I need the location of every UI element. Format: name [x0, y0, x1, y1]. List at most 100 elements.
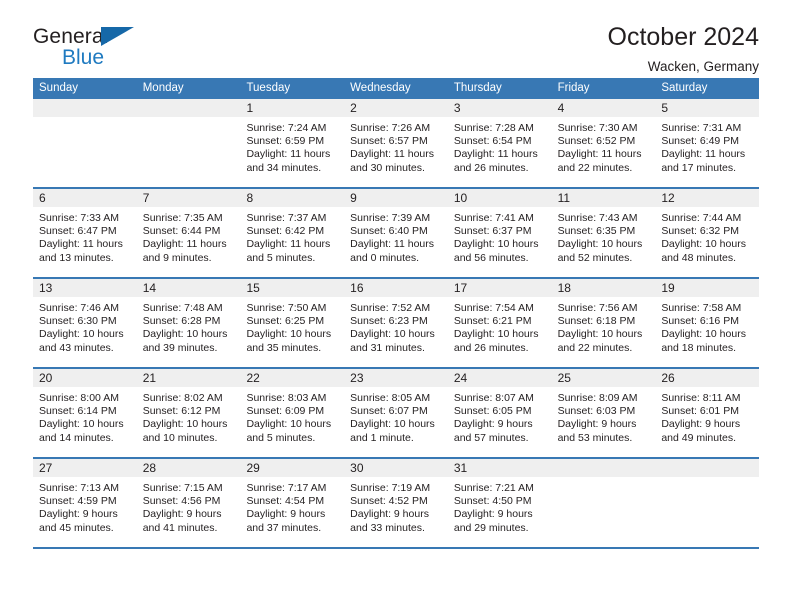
- calendar-week-row: 27 Sunrise: 7:13 AM Sunset: 4:59 PM Dayligh…: [33, 459, 760, 549]
- day-detail-line: Daylight: 9 hours: [142, 508, 222, 521]
- day-cell[interactable]: 9 Sunrise: 7:39 AM Sunset: 6:40 PM Daylight…: [344, 189, 448, 277]
- day-detail-line: Sunset: 6:21 PM: [453, 315, 532, 328]
- day-details: Sunrise: 7:56 AM Sunset: 6:18 PM Daylight:…: [552, 297, 656, 355]
- day-cell[interactable]: 24 Sunrise: 8:07 AM Sunset: 6:05 PM Dayligh…: [447, 369, 552, 457]
- day-details: Sunrise: 8:11 AM Sunset: 6:01 PM Daylight:…: [655, 387, 759, 445]
- day-detail-line: Sunset: 6:42 PM: [246, 225, 325, 238]
- day-cell[interactable]: 27 Sunrise: 7:13 AM Sunset: 4:59 PM Dayligh…: [33, 459, 137, 547]
- day-detail-line: Sunrise: 7:21 AM: [453, 482, 534, 494]
- day-details: Sunrise: 7:37 AM Sunset: 6:42 PM Daylight:…: [240, 207, 344, 265]
- calendar-week-row: 20 Sunrise: 8:00 AM Sunset: 6:14 PM Dayligh…: [33, 369, 760, 459]
- day-cell[interactable]: 14 Sunrise: 7:48 AM Sunset: 6:28 PM Dayligh…: [136, 279, 241, 367]
- day-detail-line: Sunrise: 7:54 AM: [453, 302, 534, 314]
- day-number: 19: [661, 281, 675, 295]
- day-detail-line: Sunrise: 7:13 AM: [39, 482, 119, 494]
- day-number: 3: [453, 101, 461, 115]
- day-detail-line: Daylight: 11 hours: [350, 148, 435, 161]
- day-cell[interactable]: 21 Sunrise: 8:02 AM Sunset: 6:12 PM Dayligh…: [136, 369, 241, 457]
- day-cell[interactable]: 5 Sunrise: 7:31 AM Sunset: 6:49 PM Daylight…: [655, 99, 760, 187]
- logo-text-blue: Blue: [62, 46, 105, 69]
- weekday-header-friday: Friday: [557, 82, 590, 94]
- day-detail-line: Daylight: 10 hours: [453, 328, 539, 341]
- day-detail-line: Sunrise: 7:46 AM: [39, 302, 119, 314]
- day-cell[interactable]: 30 Sunrise: 7:19 AM Sunset: 4:52 PM Dayligh…: [344, 459, 448, 547]
- day-details: Sunrise: 7:21 AM Sunset: 4:50 PM Daylight:…: [448, 477, 552, 535]
- day-detail-line: Sunrise: 8:07 AM: [453, 392, 534, 404]
- day-cell[interactable]: 6 Sunrise: 7:33 AM Sunset: 6:47 PM Daylight…: [33, 189, 137, 277]
- day-detail-line: Sunset: 6:52 PM: [557, 135, 636, 148]
- day-cell[interactable]: 10 Sunrise: 7:41 AM Sunset: 6:37 PM Dayligh…: [447, 189, 552, 277]
- day-details: Sunrise: 8:00 AM Sunset: 6:14 PM Daylight:…: [33, 387, 137, 445]
- day-detail-line: and 37 minutes.: [246, 521, 322, 534]
- day-number-band: 24: [447, 369, 552, 387]
- day-detail-line: and 22 minutes.: [557, 161, 633, 174]
- day-details: Sunrise: 7:35 AM Sunset: 6:44 PM Daylight:…: [137, 207, 241, 265]
- day-number-band: 12: [655, 189, 760, 207]
- weekday-header-wednesday: Wednesday: [350, 82, 411, 94]
- day-details: Sunrise: 7:19 AM Sunset: 4:52 PM Daylight:…: [344, 477, 448, 535]
- day-number-band: 11: [551, 189, 656, 207]
- day-detail-line: Daylight: 9 hours: [39, 508, 118, 521]
- day-detail-line: Daylight: 10 hours: [39, 418, 124, 431]
- day-cell[interactable]: 4 Sunrise: 7:30 AM Sunset: 6:52 PM Daylight…: [551, 99, 656, 187]
- day-detail-line: Sunset: 6:23 PM: [350, 315, 428, 328]
- day-cell[interactable]: 19 Sunrise: 7:58 AM Sunset: 6:16 PM Dayligh…: [655, 279, 760, 367]
- day-cell[interactable]: 7 Sunrise: 7:35 AM Sunset: 6:44 PM Daylight…: [136, 189, 241, 277]
- day-number: 21: [142, 371, 157, 385]
- day-detail-line: and 17 minutes.: [661, 161, 737, 174]
- day-cell[interactable]: 16 Sunrise: 7:52 AM Sunset: 6:23 PM Dayligh…: [344, 279, 448, 367]
- day-detail-line: Daylight: 10 hours: [350, 328, 435, 341]
- day-cell[interactable]: 8 Sunrise: 7:37 AM Sunset: 6:42 PM Daylight…: [240, 189, 345, 277]
- day-detail-line: Daylight: 10 hours: [557, 238, 643, 251]
- day-number: 4: [557, 101, 565, 115]
- day-detail-line: Daylight: 11 hours: [246, 238, 331, 251]
- day-detail-line: Sunrise: 7:33 AM: [39, 212, 119, 224]
- day-cell-empty: [655, 459, 760, 547]
- day-detail-line: Sunrise: 7:31 AM: [661, 122, 742, 134]
- day-cell[interactable]: 17 Sunrise: 7:54 AM Sunset: 6:21 PM Dayligh…: [447, 279, 552, 367]
- day-detail-line: Sunset: 4:59 PM: [39, 495, 117, 508]
- day-detail-line: and 9 minutes.: [142, 251, 212, 264]
- day-number-band: 29: [240, 459, 345, 477]
- calendar-page: General Blue October 2024 Wacken, German…: [0, 0, 792, 612]
- day-detail-line: and 45 minutes.: [39, 521, 114, 534]
- day-details: [137, 117, 241, 122]
- day-cell[interactable]: 1 Sunrise: 7:24 AM Sunset: 6:59 PM Daylight…: [240, 99, 345, 187]
- day-cell[interactable]: 15 Sunrise: 7:50 AM Sunset: 6:25 PM Dayligh…: [240, 279, 345, 367]
- day-cell[interactable]: 3 Sunrise: 7:28 AM Sunset: 6:54 PM Daylight…: [447, 99, 552, 187]
- day-cell[interactable]: 31 Sunrise: 7:21 AM Sunset: 4:50 PM Dayligh…: [447, 459, 552, 547]
- day-cell[interactable]: 2 Sunrise: 7:26 AM Sunset: 6:57 PM Daylight…: [344, 99, 448, 187]
- day-cell[interactable]: 18 Sunrise: 7:56 AM Sunset: 6:18 PM Dayligh…: [551, 279, 656, 367]
- day-cell[interactable]: 28 Sunrise: 7:15 AM Sunset: 4:56 PM Dayligh…: [136, 459, 241, 547]
- day-details: Sunrise: 7:48 AM Sunset: 6:28 PM Daylight:…: [137, 297, 241, 355]
- day-number-band: [655, 459, 760, 477]
- day-detail-line: Sunset: 6:07 PM: [350, 405, 428, 418]
- day-number: 11: [557, 191, 571, 205]
- day-detail-line: Daylight: 9 hours: [557, 418, 637, 431]
- day-cell[interactable]: 29 Sunrise: 7:17 AM Sunset: 4:54 PM Dayligh…: [240, 459, 345, 547]
- day-detail-line: and 18 minutes.: [661, 341, 737, 354]
- day-cell[interactable]: 22 Sunrise: 8:03 AM Sunset: 6:09 PM Dayligh…: [240, 369, 345, 457]
- day-number-band: [33, 99, 137, 117]
- day-cell[interactable]: 12 Sunrise: 7:44 AM Sunset: 6:32 PM Dayligh…: [655, 189, 760, 277]
- day-detail-line: Daylight: 10 hours: [142, 418, 228, 431]
- day-detail-line: and 26 minutes.: [453, 341, 529, 354]
- day-cell[interactable]: 25 Sunrise: 8:09 AM Sunset: 6:03 PM Dayligh…: [551, 369, 656, 457]
- day-detail-line: and 35 minutes.: [246, 341, 322, 354]
- day-cell[interactable]: 26 Sunrise: 8:11 AM Sunset: 6:01 PM Dayligh…: [655, 369, 760, 457]
- day-detail-line: Sunrise: 8:11 AM: [661, 392, 741, 404]
- day-cell[interactable]: 13 Sunrise: 7:46 AM Sunset: 6:30 PM Dayligh…: [33, 279, 137, 367]
- day-cell[interactable]: 23 Sunrise: 8:05 AM Sunset: 6:07 PM Dayligh…: [344, 369, 448, 457]
- day-detail-line: and 52 minutes.: [557, 251, 633, 264]
- day-details: Sunrise: 7:33 AM Sunset: 6:47 PM Daylight:…: [33, 207, 137, 265]
- day-number-band: 13: [33, 279, 137, 297]
- day-number-band: 8: [240, 189, 345, 207]
- day-cell[interactable]: 20 Sunrise: 8:00 AM Sunset: 6:14 PM Dayligh…: [33, 369, 137, 457]
- day-detail-line: and 22 minutes.: [557, 341, 633, 354]
- day-detail-line: Daylight: 10 hours: [39, 328, 124, 341]
- day-details: Sunrise: 7:46 AM Sunset: 6:30 PM Daylight:…: [33, 297, 137, 355]
- day-cell[interactable]: 11 Sunrise: 7:43 AM Sunset: 6:35 PM Dayligh…: [551, 189, 656, 277]
- day-detail-line: Sunrise: 7:37 AM: [246, 212, 327, 224]
- day-detail-line: Sunrise: 8:03 AM: [246, 392, 327, 404]
- day-detail-line: Sunrise: 7:44 AM: [661, 212, 742, 224]
